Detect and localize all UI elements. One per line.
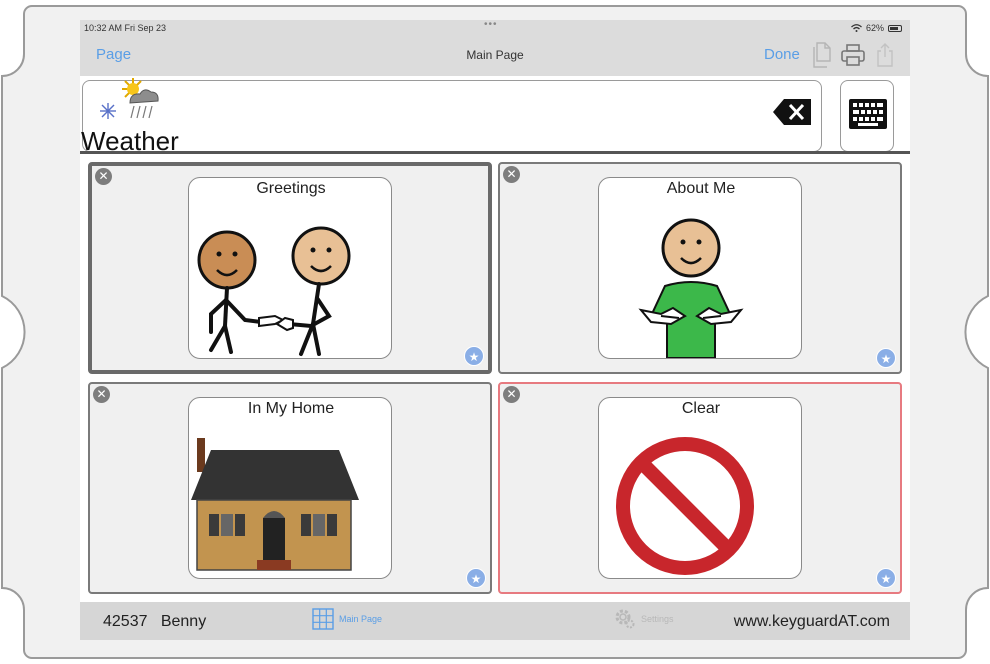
- star-icon[interactable]: ★: [876, 568, 896, 588]
- battery-percent: 62%: [865, 23, 884, 33]
- share-icon[interactable]: [876, 42, 894, 68]
- cell-label: In My Home: [247, 400, 335, 417]
- done-button[interactable]: Done: [764, 46, 800, 63]
- message-bar[interactable]: [82, 80, 822, 152]
- battery-icon: [888, 24, 902, 32]
- symbol-card: About Me: [598, 177, 802, 359]
- cell-clear[interactable]: ✕ Clear ★: [498, 382, 902, 594]
- device-user-label: 42537 Benny: [103, 613, 207, 630]
- cell-label: Clear: [681, 400, 721, 417]
- cell-greetings[interactable]: ✕ Greetings ★: [88, 162, 492, 374]
- greetings-symbol-icon: [197, 226, 351, 356]
- status-time: 10:32 AM Fri Sep 23: [84, 23, 167, 33]
- star-icon[interactable]: ★: [464, 346, 484, 366]
- gear-icon: [615, 609, 635, 629]
- tab-settings-label: Settings: [641, 614, 674, 624]
- print-icon[interactable]: [840, 42, 866, 68]
- button-grid: ✕ Greetings ★ ✕ About Me ★ ✕ In My Home …: [80, 154, 910, 602]
- symbol-card: Clear: [598, 397, 802, 579]
- tab-main-page[interactable]: Main Page: [312, 608, 382, 630]
- wifi-icon: [851, 24, 862, 32]
- cell-label: About Me: [666, 180, 736, 197]
- no-symbol-icon: [616, 437, 754, 575]
- tab-main-label: Main Page: [339, 614, 383, 624]
- keyboard-button[interactable]: [840, 80, 894, 152]
- grid-icon: [312, 608, 334, 630]
- close-icon[interactable]: ✕: [93, 386, 110, 403]
- close-icon[interactable]: ✕: [95, 168, 112, 185]
- cell-label: Greetings: [256, 180, 326, 197]
- page-button[interactable]: Page: [96, 46, 131, 63]
- weather-symbol-icon: [100, 78, 159, 119]
- star-icon[interactable]: ★: [876, 348, 896, 368]
- house-symbol-icon: [191, 438, 359, 571]
- navigation-bar: 10:32 AM Fri Sep 23 ••• 62% Page Main Pa…: [80, 20, 910, 76]
- keyboard-icon: [849, 99, 887, 129]
- backspace-icon[interactable]: [772, 98, 812, 126]
- brand-url: www.keyguardAT.com: [733, 613, 890, 630]
- symbol-card: In My Home: [188, 397, 392, 579]
- close-icon[interactable]: ✕: [503, 166, 520, 183]
- status-indicators: 62%: [851, 23, 902, 33]
- symbol-card: Greetings: [188, 177, 392, 359]
- copy-page-icon[interactable]: [812, 42, 832, 68]
- tab-settings[interactable]: Settings: [614, 608, 674, 630]
- close-icon[interactable]: ✕: [503, 386, 520, 403]
- cell-about-me[interactable]: ✕ About Me ★: [498, 162, 902, 374]
- app-screen: 10:32 AM Fri Sep 23 ••• 62% Page Main Pa…: [80, 20, 910, 640]
- bottom-bar: 42537 Benny Main Page Settings www.keygu…: [80, 602, 910, 640]
- multitasking-dots-icon[interactable]: •••: [484, 20, 498, 30]
- cell-in-my-home[interactable]: ✕ In My Home ★: [88, 382, 492, 594]
- star-icon[interactable]: ★: [466, 568, 486, 588]
- about-me-symbol-icon: [638, 218, 744, 358]
